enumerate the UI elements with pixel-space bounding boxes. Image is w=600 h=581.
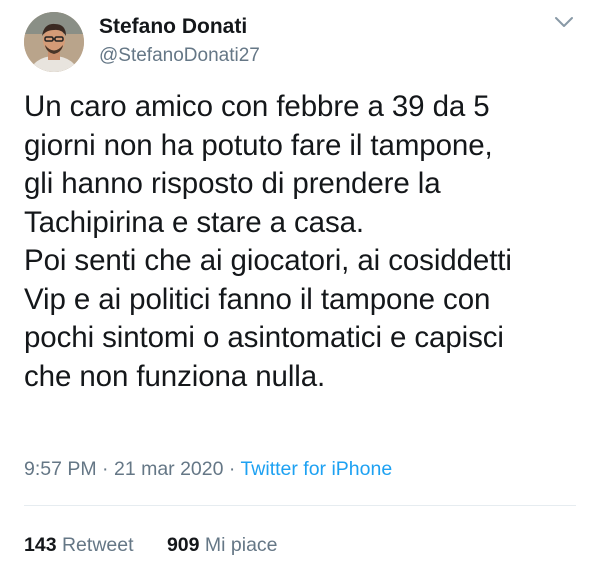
tweet-stats: 143 Retweet 909 Mi piace xyxy=(24,534,278,557)
tweet-date[interactable]: 21 mar 2020 xyxy=(114,458,224,480)
author-avatar[interactable] xyxy=(24,12,84,72)
tweet-time[interactable]: 9:57 PM xyxy=(24,458,97,480)
meta-separator: · xyxy=(96,458,114,480)
tweet-card: Stefano Donati @StefanoDonati27 Un caro … xyxy=(0,0,600,581)
likes-stat[interactable]: 909 Mi piace xyxy=(167,534,278,557)
retweets-stat[interactable]: 143 Retweet xyxy=(24,534,134,557)
divider xyxy=(24,505,576,506)
likes-label: Mi piace xyxy=(204,534,278,556)
likes-count: 909 xyxy=(166,534,200,556)
tweet-source-link[interactable]: Twitter for iPhone xyxy=(240,458,392,480)
tweet-text: Un caro amico con febbre a 39 da 5 giorn… xyxy=(24,90,512,393)
author-display-name[interactable]: Stefano Donati xyxy=(99,15,247,39)
author-handle[interactable]: @StefanoDonati27 xyxy=(99,45,260,67)
user-photo-avatar-icon xyxy=(24,12,84,72)
retweets-count: 143 xyxy=(24,534,57,556)
chevron-down-icon xyxy=(555,17,573,27)
meta-separator: · xyxy=(223,458,241,480)
retweets-label: Retweet xyxy=(61,534,134,556)
tweet-menu-button[interactable] xyxy=(553,14,575,30)
tweet-metadata: 9:57 PM · 21 mar 2020 · Twitter for iPho… xyxy=(24,458,392,481)
